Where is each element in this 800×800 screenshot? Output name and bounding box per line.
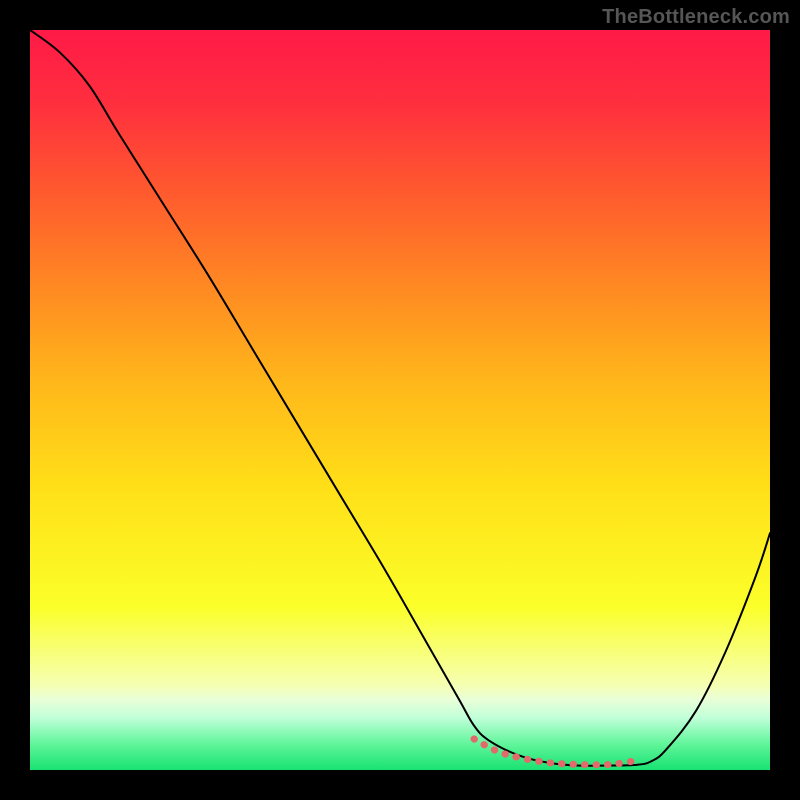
gradient-background: [30, 30, 770, 770]
bottleneck-chart: [30, 30, 770, 770]
attribution-label: TheBottleneck.com: [602, 6, 790, 29]
chart-frame: TheBottleneck.com: [0, 0, 800, 800]
